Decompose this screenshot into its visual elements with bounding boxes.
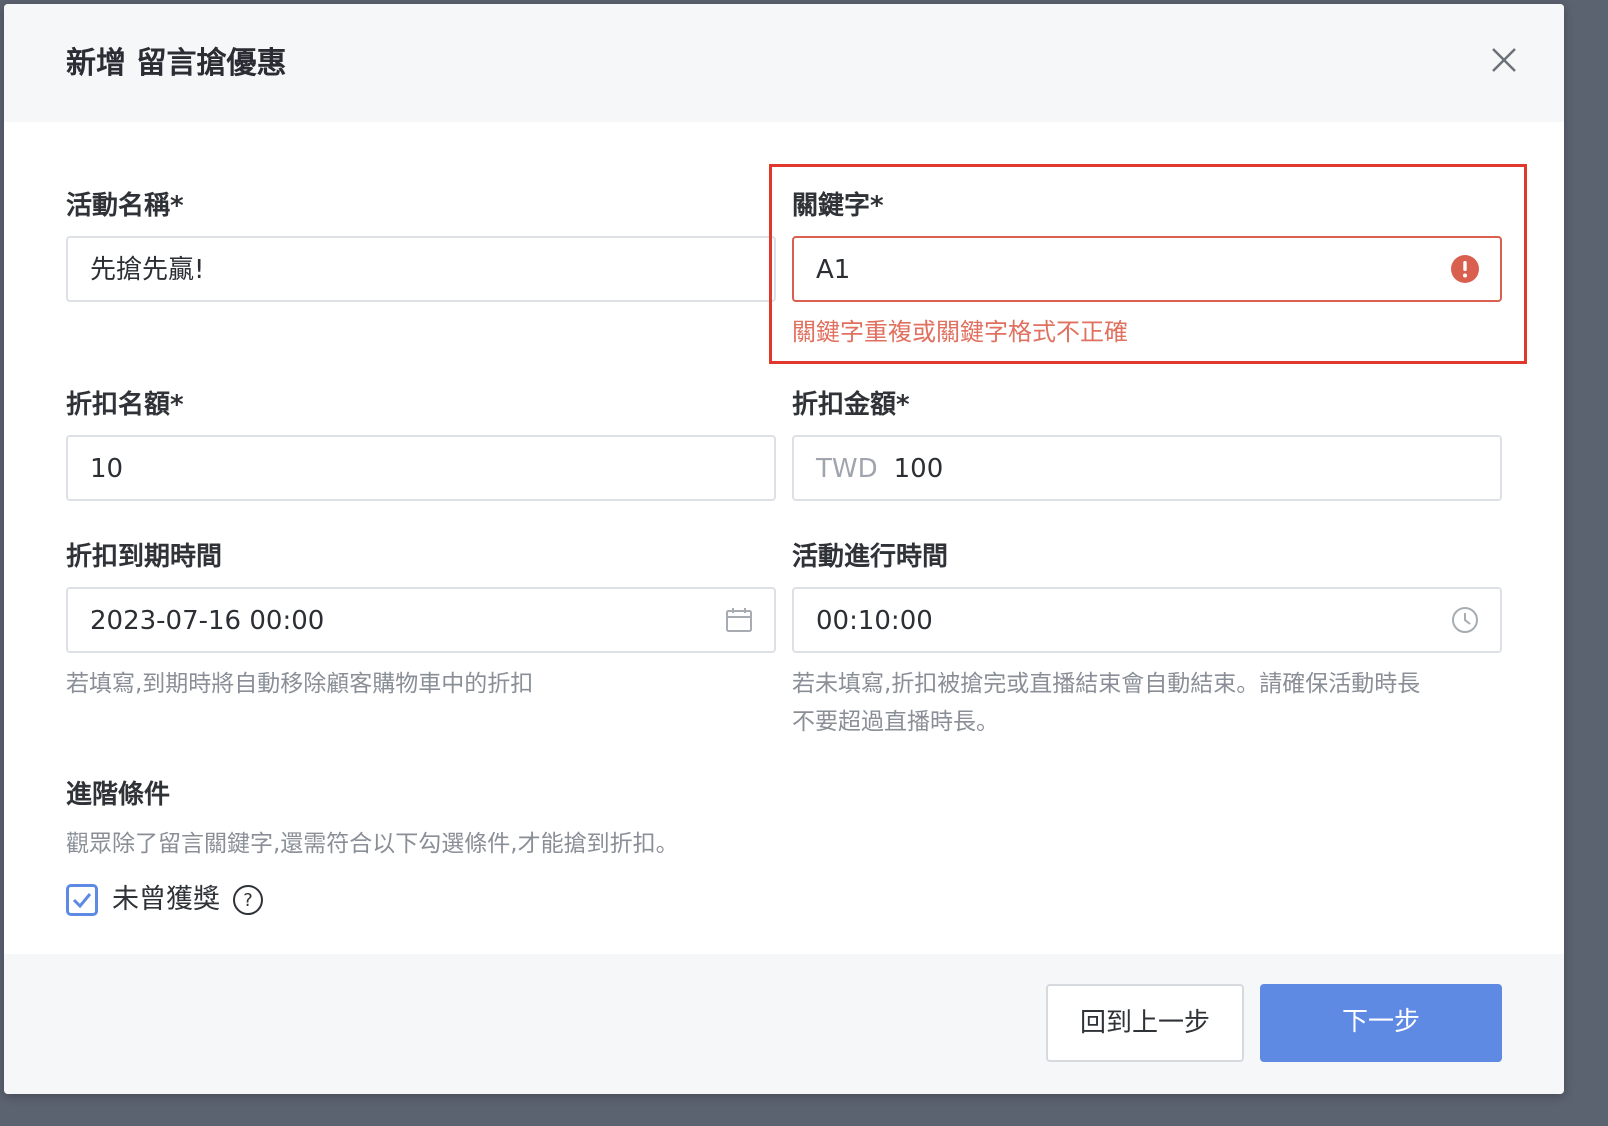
advanced-description: 觀眾除了留言關鍵字,還需符合以下勾選條件,才能搶到折扣。 (66, 831, 679, 857)
never-won-label[interactable]: 未曾獲獎 (112, 882, 220, 918)
amount-field-text: TWD 100 (816, 452, 943, 486)
expiry-hint: 若填寫,到期時將自動移除顧客購物車中的折扣 (66, 671, 534, 697)
help-icon[interactable]: ? (232, 884, 264, 916)
advanced-title: 進階條件 (66, 780, 171, 810)
checkmark-icon (72, 893, 92, 909)
amount-value: 100 (893, 454, 944, 484)
clock-icon[interactable] (1450, 605, 1480, 635)
svg-text:?: ? (243, 890, 253, 911)
event-name-input[interactable]: 先搶先贏! (66, 236, 776, 302)
duration-input[interactable]: 00:10:00 (792, 587, 1502, 653)
highlight-box (769, 164, 1527, 364)
event-name-value: 先搶先贏! (90, 255, 205, 285)
next-button[interactable]: 下一步 (1260, 984, 1502, 1062)
amount-input[interactable]: TWD 100 (792, 435, 1502, 501)
event-name-label: 活動名稱* (66, 191, 184, 221)
quota-value: 10 (90, 454, 124, 484)
close-button[interactable] (1488, 44, 1520, 76)
never-won-checkbox[interactable] (66, 884, 98, 916)
amount-label: 折扣金額* (792, 390, 910, 420)
duration-hint-line1: 若未填寫,折扣被搶完或直播結束會自動結束。請確保活動時長 (792, 671, 1421, 697)
back-button[interactable]: 回到上一步 (1046, 984, 1244, 1062)
dialog-title: 新增 留言搶優惠 (66, 46, 287, 81)
quota-label: 折扣名額* (66, 390, 184, 420)
duration-label: 活動進行時間 (792, 542, 949, 572)
dialog: 新增 留言搶優惠 活動名稱* 先搶先贏! 關鍵字* A1 關鍵字重複或關鍵字格式… (4, 4, 1564, 1094)
currency-prefix: TWD (816, 454, 878, 484)
expiry-label: 折扣到期時間 (66, 542, 223, 572)
dialog-header: 新增 留言搶優惠 (4, 4, 1564, 122)
duration-value: 00:10:00 (816, 606, 933, 636)
calendar-icon[interactable] (724, 605, 754, 635)
expiry-date-input[interactable]: 2023-07-16 00:00 (66, 587, 776, 653)
quota-input[interactable]: 10 (66, 435, 776, 501)
close-icon (1492, 48, 1516, 72)
expiry-value: 2023-07-16 00:00 (90, 606, 325, 636)
duration-hint-line2: 不要超過直播時長。 (792, 709, 999, 735)
